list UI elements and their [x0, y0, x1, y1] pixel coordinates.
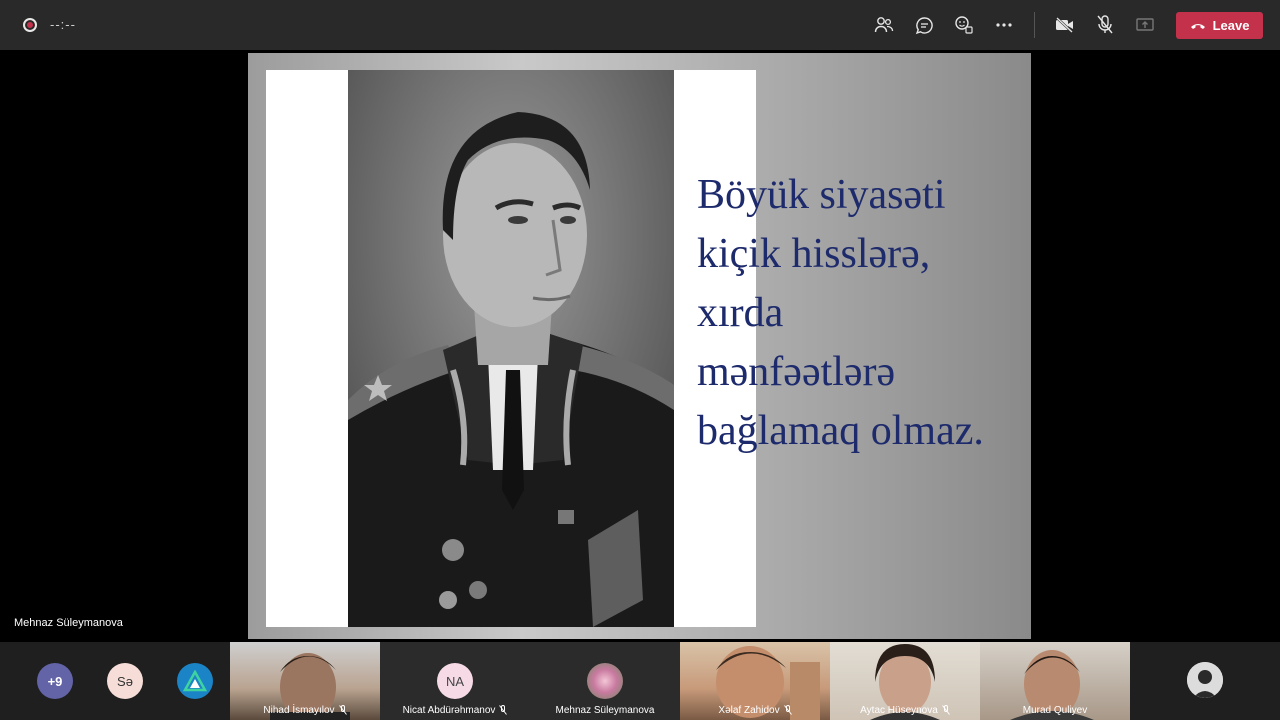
- leave-label: Leave: [1212, 18, 1250, 33]
- mic-off-icon: [338, 705, 347, 716]
- meeting-toolbar: --:-- Leave: [0, 0, 1280, 50]
- meeting-timer: --:--: [50, 17, 76, 32]
- mic-off-icon[interactable]: [1093, 13, 1117, 37]
- participant-name: Xəlaf Zahidov: [718, 705, 780, 716]
- participants-icon[interactable]: [872, 13, 896, 37]
- phone-hangup-icon: [1190, 23, 1205, 29]
- participant-tile[interactable]: Aytac Hüseynova: [830, 642, 980, 720]
- participant-initials-avatar: NA: [437, 663, 473, 699]
- presenter-name: Mehnaz Süleymanova: [14, 617, 123, 629]
- recording-indicator-icon: [23, 18, 37, 32]
- participant-tile[interactable]: Mehnaz Süleymanova: [530, 642, 680, 720]
- participant-name: Nicat Abdürəhmanov: [402, 705, 496, 716]
- triangle-logo-icon: [183, 670, 207, 692]
- mic-off-icon: [783, 705, 792, 716]
- participant-avatar-logo[interactable]: [177, 663, 213, 699]
- self-avatar[interactable]: [1187, 662, 1223, 698]
- participant-name: Nihad İsmayılov: [263, 705, 335, 716]
- more-participants-button[interactable]: +9: [37, 663, 73, 699]
- participant-avatar-se[interactable]: Sə: [107, 663, 143, 699]
- flower-avatar-icon: [587, 663, 623, 699]
- participant-tile[interactable]: NA Nicat Abdürəhmanov: [380, 642, 530, 720]
- raise-hand-icon[interactable]: [952, 13, 976, 37]
- participant-name: Aytac Hüseynova: [860, 705, 938, 716]
- mic-off-icon: [941, 705, 950, 716]
- camera-off-icon[interactable]: [1053, 13, 1077, 37]
- mic-off-icon: [499, 705, 508, 716]
- toolbar-divider: [1034, 12, 1035, 38]
- share-screen-icon[interactable]: [1133, 13, 1157, 37]
- leave-button[interactable]: Leave: [1176, 12, 1263, 39]
- chat-icon[interactable]: [912, 13, 936, 37]
- more-options-icon[interactable]: [992, 13, 1016, 37]
- participant-tile[interactable]: Xəlaf Zahidov: [680, 642, 830, 720]
- participant-name: Mehnaz Süleymanova: [555, 705, 655, 716]
- participant-tile[interactable]: Nihad İsmayılov: [230, 642, 380, 720]
- portrait-photo: [348, 70, 674, 627]
- slide-quote: Böyük siyasəti kiçik hisslərə, xırda mən…: [697, 172, 984, 454]
- participant-name: Murad Quliyev: [1022, 705, 1088, 716]
- participant-tile[interactable]: Murad Quliyev: [980, 642, 1130, 720]
- profile-photo-icon: [1187, 662, 1223, 698]
